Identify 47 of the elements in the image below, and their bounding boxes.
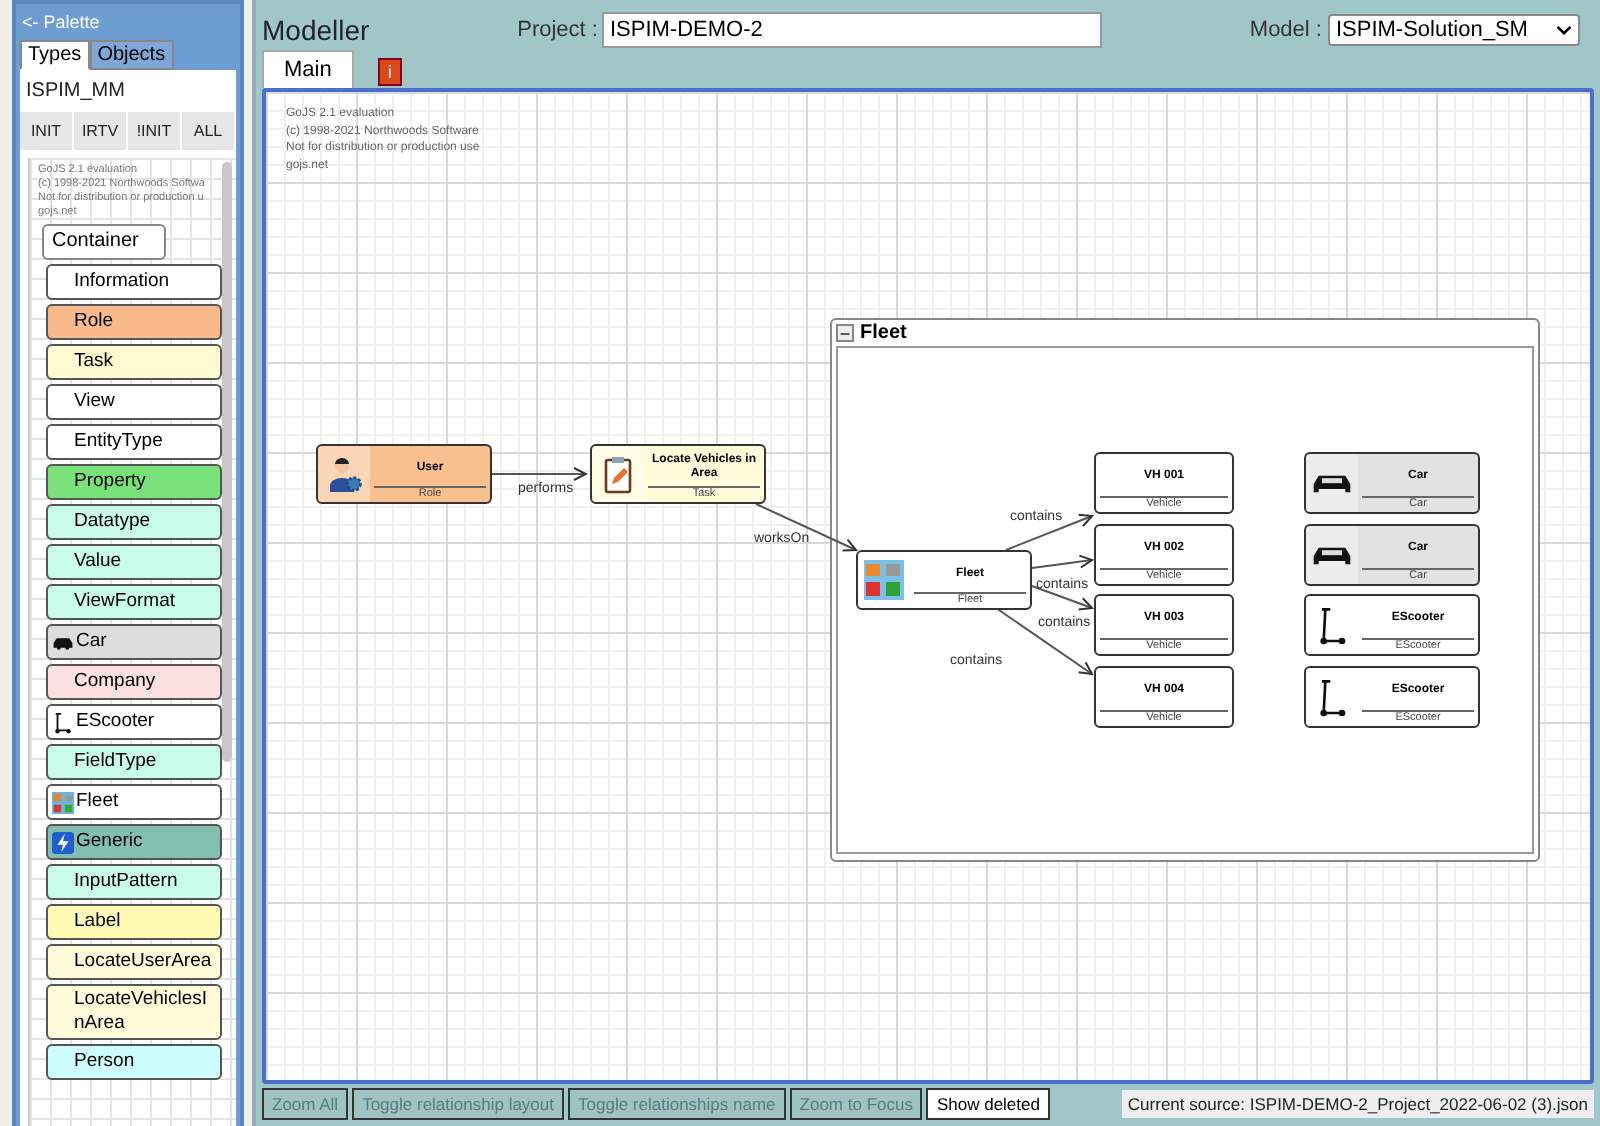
palette-item[interactable]: EntityType (46, 424, 222, 460)
palette-item[interactable]: View (46, 384, 222, 420)
palette-item[interactable]: Property (46, 464, 222, 500)
collapse-button[interactable]: − (836, 324, 854, 342)
palette-item[interactable]: Person (46, 1044, 222, 1080)
relationship-arrow[interactable] (1005, 513, 1093, 551)
toolbar-button[interactable]: Show deleted (926, 1088, 1050, 1120)
relationship-arrow[interactable] (755, 503, 857, 552)
fleet-icon (864, 560, 904, 600)
model-label: Model : (1249, 18, 1322, 42)
palette-item[interactable]: Fleet (46, 784, 222, 820)
palette-tab[interactable]: Objects (89, 40, 174, 70)
palette-item[interactable]: Datatype (46, 504, 222, 540)
palette-item[interactable]: Container (42, 224, 166, 260)
info-button[interactable]: i (377, 58, 402, 86)
current-source: Current source: ISPIM-DEMO-2_Project_2022-06-02 (3).json (1121, 1090, 1594, 1118)
lightning-icon (52, 831, 74, 853)
project-field[interactable]: ISPIM-DEMO-2 (601, 12, 1102, 48)
palette-item[interactable]: LocateVehiclesInArea (46, 984, 222, 1040)
scrollbar[interactable] (222, 162, 232, 762)
metamodel-name: ISPIM_MM (24, 78, 127, 106)
palette-item[interactable]: Role (46, 304, 222, 340)
caret-icon (1555, 24, 1572, 36)
palette-item[interactable]: FieldType (46, 744, 222, 780)
user-gear-icon (324, 454, 364, 494)
group-title: Fleet (860, 322, 907, 344)
palette-item[interactable]: LocateUserArea (46, 944, 222, 980)
main-tab[interactable]: Main (262, 50, 354, 88)
palette-item[interactable]: Information (46, 264, 222, 300)
palette-item[interactable]: Value (46, 544, 222, 580)
model-select[interactable]: ISPIM-Solution_SM (1327, 14, 1580, 46)
palette-item[interactable]: InputPattern (46, 864, 222, 900)
fleet-icon (52, 791, 74, 813)
palette-item[interactable]: Label (46, 904, 222, 940)
palette-item[interactable]: Car (46, 624, 222, 660)
palette-tab[interactable]: Types (20, 40, 90, 70)
relationship-arrow[interactable] (491, 467, 587, 481)
project-label: Project : (517, 18, 598, 42)
relationship-arrow[interactable] (1031, 554, 1093, 569)
palette-item[interactable]: Company (46, 664, 222, 700)
palette-item[interactable]: ViewFormat (46, 584, 222, 620)
app-title: Modeller (262, 14, 370, 46)
palette-item[interactable]: Generic (46, 824, 222, 860)
scooter-icon (52, 711, 74, 733)
palette-item[interactable]: Task (46, 344, 222, 380)
palette-item[interactable]: EScooter (46, 704, 222, 740)
relationship-arrow[interactable] (1031, 585, 1093, 611)
